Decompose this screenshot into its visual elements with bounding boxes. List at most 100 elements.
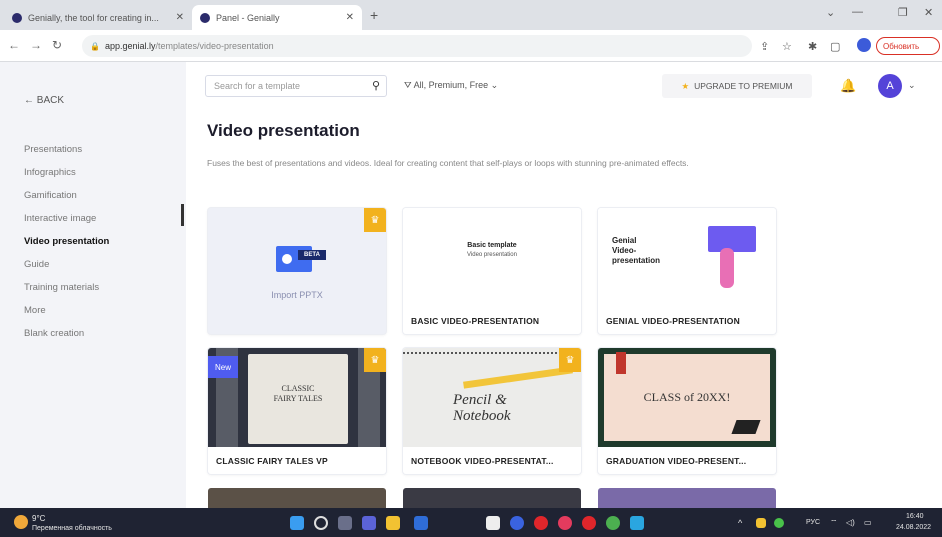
back-label: BACK — [36, 95, 65, 106]
address-bar-row: ← → ↻ 🔒 app.genial.ly/templates/video-pr… — [0, 30, 942, 62]
yandex-icon[interactable] — [534, 516, 548, 530]
sidebar-item-gamification[interactable]: Gamification — [24, 190, 77, 201]
app-icon[interactable] — [510, 516, 524, 530]
search-icon[interactable]: ⚲ — [372, 79, 380, 92]
card-label: BASIC VIDEO-PRESENTATION — [411, 316, 540, 326]
back-arrow-icon[interactable]: ← — [8, 38, 20, 52]
thumb-line: Genial — [612, 236, 637, 245]
search-icon[interactable] — [314, 516, 328, 530]
upgrade-label: UPGRADE TO PREMIUM — [694, 81, 793, 91]
pptx-icon: BETA — [276, 246, 326, 272]
app-icon[interactable] — [630, 516, 644, 530]
language-indicator[interactable]: РУС — [806, 519, 820, 526]
weather-temp: 9°C — [32, 514, 46, 523]
card-notebook-video-presentation[interactable]: Pencil & Notebook ♛ NOTEBOOK VIDEO-PRESE… — [403, 348, 581, 474]
card-thumbnail: CLASS of 20XX! — [598, 348, 776, 447]
premium-badge-icon: ♛ — [364, 348, 386, 372]
thumb-title: Basic template — [467, 242, 517, 249]
sidebar-item-guide[interactable]: Guide — [24, 259, 49, 270]
tray-app-icon[interactable] — [756, 518, 766, 528]
sidebar-item-presentations[interactable]: Presentations — [24, 144, 82, 155]
card-genial-video-presentation[interactable]: Genial Video- presentation GENIAL VIDEO-… — [598, 208, 776, 334]
graduation-cap-icon — [731, 420, 761, 434]
card-partial[interactable] — [208, 488, 386, 508]
opera-icon[interactable] — [582, 516, 596, 530]
minimize-icon[interactable]: — — [852, 6, 863, 18]
network-icon[interactable]: ⌔ — [830, 518, 838, 528]
url-bar[interactable]: 🔒 app.genial.ly/templates/video-presenta… — [82, 35, 752, 57]
extensions-icon[interactable]: ✱ — [808, 40, 817, 53]
clock-time[interactable]: 16:40 — [906, 513, 924, 520]
url-host: app.genial.ly — [104, 41, 156, 51]
page-title: Video presentation — [207, 121, 360, 140]
sidebar-item-more[interactable]: More — [24, 305, 46, 316]
tab-genially-home[interactable]: Genially, the tool for creating in... ✕ — [4, 5, 192, 30]
new-tab-icon[interactable]: + — [370, 7, 378, 23]
profile-avatar-icon[interactable] — [857, 38, 871, 52]
card-import-pptx[interactable]: BETA Import PPTX ♛ — [208, 208, 386, 334]
weather-icon[interactable] — [14, 515, 28, 529]
tray-chevron-icon[interactable]: ^ — [738, 518, 742, 528]
premium-badge-icon: ♛ — [364, 208, 386, 232]
filter-dropdown[interactable]: ⛛ All, Premium, Free ⌄ — [404, 80, 498, 91]
character-illustration-icon — [708, 226, 756, 252]
sidebar-item-interactive-image[interactable]: Interactive image — [24, 213, 96, 224]
import-pptx-label: Import PPTX — [271, 290, 323, 300]
app-icon[interactable] — [558, 516, 572, 530]
card-label: CLASSIC FAIRY TALES VP — [216, 456, 328, 466]
card-partial[interactable] — [598, 488, 776, 508]
reload-icon[interactable]: ↻ — [52, 38, 62, 52]
file-explorer-icon[interactable] — [386, 516, 400, 530]
tab-title: Genially, the tool for creating in... — [28, 12, 159, 23]
update-chrome-button[interactable]: Обновить — [876, 37, 940, 55]
thumb-line: CLASSIC — [281, 384, 315, 393]
chevron-down-icon[interactable]: ⌄ — [908, 80, 916, 91]
app-icon[interactable] — [486, 516, 500, 530]
card-label: NOTEBOOK VIDEO-PRESENTAT... — [411, 456, 554, 466]
chevron-down-icon: ⌄ — [490, 80, 499, 90]
card-graduation-video-presentation[interactable]: CLASS of 20XX! GRADUATION VIDEO-PRESENT.… — [598, 348, 776, 474]
store-icon[interactable] — [414, 516, 428, 530]
browser-tab-strip: Genially, the tool for creating in... ✕ … — [0, 0, 942, 30]
clock-date[interactable]: 24.08.2022 — [896, 524, 931, 531]
task-view-icon[interactable] — [338, 516, 352, 530]
active-indicator — [181, 204, 184, 226]
back-button[interactable]: ← BACK — [24, 95, 64, 106]
sidebar-item-video-presentation[interactable]: Video presentation — [24, 236, 109, 247]
chrome-icon[interactable] — [606, 516, 620, 530]
notifications-icon[interactable]: 🔔 — [840, 78, 856, 94]
upgrade-button[interactable]: ★ UPGRADE TO PREMIUM — [662, 74, 812, 98]
bookmark-star-icon[interactable]: ☆ — [782, 40, 792, 53]
user-avatar[interactable]: A — [878, 74, 902, 98]
card-label: GRADUATION VIDEO-PRESENT... — [606, 456, 747, 466]
windows-start-icon[interactable] — [290, 516, 304, 530]
sidepanel-icon[interactable]: ▢ — [830, 40, 840, 53]
sidebar-item-blank-creation[interactable]: Blank creation — [24, 328, 84, 339]
close-tab-icon[interactable]: ✕ — [176, 12, 184, 23]
share-icon[interactable]: ⇪ — [760, 40, 769, 53]
new-badge: New — [208, 356, 238, 378]
tab-title: Panel - Genially — [216, 12, 280, 23]
card-basic-video-presentation[interactable]: Basic template Video presentation BASIC … — [403, 208, 581, 334]
thumb-title: CLASS of 20XX! — [643, 390, 731, 404]
forward-arrow-icon[interactable]: → — [30, 38, 42, 52]
genially-favicon-icon — [12, 12, 22, 23]
teams-icon[interactable] — [362, 516, 376, 530]
sidebar-item-infographics[interactable]: Infographics — [24, 167, 76, 178]
battery-icon[interactable]: ▭ — [864, 518, 872, 527]
restore-icon[interactable]: ❐ — [898, 6, 908, 19]
tab-panel[interactable]: Panel - Genially ✕ — [192, 5, 362, 30]
close-window-icon[interactable]: ✕ — [924, 6, 933, 19]
page-description: Fuses the best of presentations and vide… — [207, 158, 689, 168]
search-input[interactable]: Search for a template ⚲ — [205, 75, 387, 97]
thumb-line: FAIRY TALES — [273, 394, 323, 403]
sidebar-item-training-materials[interactable]: Training materials — [24, 282, 99, 293]
close-tab-icon[interactable]: ✕ — [346, 12, 354, 23]
volume-icon[interactable]: ◁) — [846, 518, 855, 527]
beta-badge: BETA — [298, 250, 326, 260]
card-classic-fairy-tales[interactable]: CLASSIC FAIRY TALES New ♛ CLASSIC FAIRY … — [208, 348, 386, 474]
chevron-down-icon[interactable]: ⌄ — [826, 6, 835, 19]
card-partial[interactable] — [403, 488, 581, 508]
pencil-icon — [463, 366, 573, 389]
tray-app-icon[interactable] — [774, 518, 784, 528]
